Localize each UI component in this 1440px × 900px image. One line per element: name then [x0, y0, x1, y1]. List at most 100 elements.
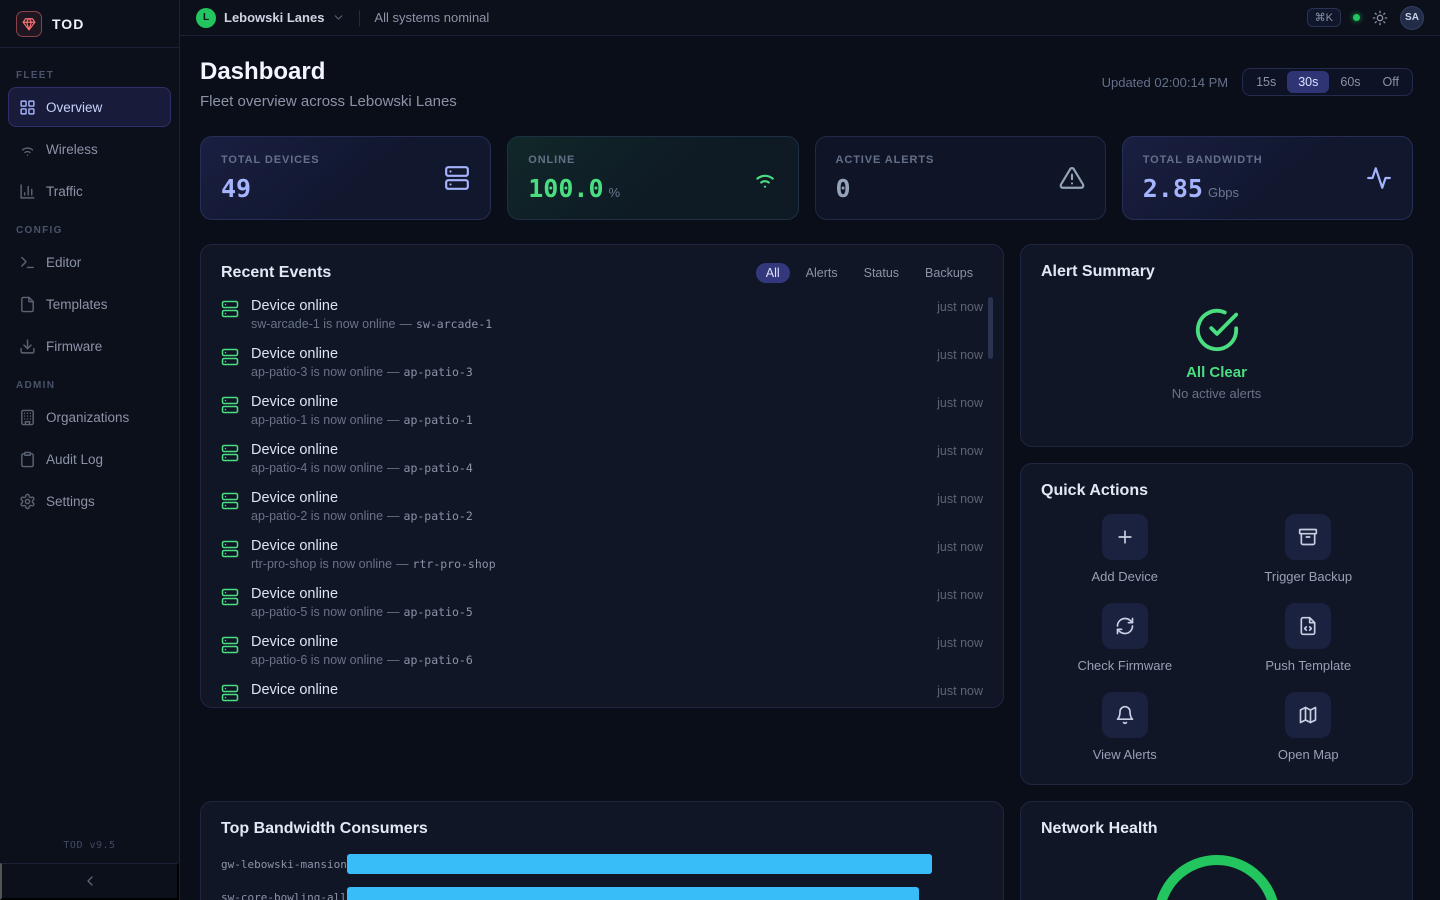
archive-icon — [1285, 514, 1331, 560]
stat-value: 100.0 — [528, 174, 603, 203]
sidebar-item-label: Overview — [46, 100, 102, 115]
sidebar-item-label: Wireless — [46, 142, 98, 157]
stat-label: Online — [528, 154, 620, 166]
nav-section-config: Config — [16, 225, 163, 236]
view-alerts-button[interactable]: View Alerts — [1041, 692, 1209, 762]
chevron-down-icon — [332, 11, 345, 24]
refresh-option-15s[interactable]: 15s — [1245, 71, 1287, 93]
system-status-text: All systems nominal — [374, 10, 489, 25]
sun-icon[interactable] — [1372, 10, 1388, 26]
event-detail: ap-patio-4 is now online—ap-patio-4 — [251, 461, 473, 475]
quick-actions-title: Quick Actions — [1041, 482, 1392, 500]
sidebar-item-label: Firmware — [46, 339, 102, 354]
server-icon — [221, 492, 239, 510]
sidebar-item-settings[interactable]: Settings — [8, 481, 171, 521]
event-separator: — — [387, 509, 400, 523]
trigger-backup-button[interactable]: Trigger Backup — [1225, 514, 1393, 584]
updated-timestamp: Updated 02:00:14 PM — [1102, 75, 1228, 90]
nav-section-admin: Admin — [16, 380, 163, 391]
event-row[interactable]: Device onlineap-patio-5 is now online—ap… — [221, 581, 983, 629]
stat-card-online: Online 100.0 % — [507, 136, 798, 220]
event-time: just now — [937, 490, 983, 533]
clipboard-icon — [19, 451, 36, 468]
event-row[interactable]: Device onlineap-patio-6 is now online—ap… — [221, 629, 983, 677]
event-separator: — — [387, 605, 400, 619]
refresh-option-30s[interactable]: 30s — [1287, 71, 1329, 93]
terminal-icon — [19, 254, 36, 271]
server-icon — [221, 540, 239, 558]
server-icon — [221, 300, 239, 318]
bandwidth-device-label: sw-core-bowling-alley — [221, 891, 339, 900]
event-row[interactable]: Device onlineap-patio-3 is now online—ap… — [221, 341, 983, 389]
sidebar-item-editor[interactable]: Editor — [8, 242, 171, 282]
sidebar-item-organizations[interactable]: Organizations — [8, 397, 171, 437]
chevron-left-icon — [82, 873, 98, 889]
filter-all[interactable]: All — [756, 263, 790, 283]
user-avatar[interactable]: SA — [1400, 6, 1424, 30]
event-device-name: ap-patio-3 — [404, 365, 473, 379]
event-detail: rtr-pro-shop is now online—rtr-pro-shop — [251, 557, 496, 571]
refresh-interval-control: 15s 30s 60s Off — [1242, 68, 1413, 96]
refresh-option-off[interactable]: Off — [1372, 71, 1410, 93]
event-time: just now — [937, 586, 983, 629]
sidebar-item-wireless[interactable]: Wireless — [8, 129, 171, 169]
event-row[interactable]: Device onlinejust now — [221, 677, 983, 708]
events-scrollbar-thumb[interactable] — [988, 297, 993, 359]
bandwidth-row: sw-core-bowling-alley — [221, 887, 983, 900]
command-palette-button[interactable]: ⌘K — [1307, 8, 1341, 27]
event-time: just now — [937, 634, 983, 677]
network-health-gauge: 100 — [1041, 848, 1392, 900]
event-device-name: ap-patio-6 — [404, 653, 473, 667]
stat-card-total-devices: Total Devices 49 — [200, 136, 491, 220]
action-label: Open Map — [1278, 747, 1339, 762]
server-icon — [444, 165, 470, 191]
event-time: just now — [937, 394, 983, 437]
event-title: Device online — [251, 346, 473, 362]
bandwidth-card: Top Bandwidth Consumers gw-lebowski-mans… — [200, 801, 1004, 900]
alert-triangle-icon — [1059, 165, 1085, 191]
page-subtitle: Fleet overview across Lebowski Lanes — [200, 93, 457, 110]
sidebar-collapse-button[interactable] — [0, 863, 179, 900]
bandwidth-row: gw-lebowski-mansion — [221, 854, 983, 874]
refresh-option-60s[interactable]: 60s — [1329, 71, 1371, 93]
sidebar-item-firmware[interactable]: Firmware — [8, 326, 171, 366]
event-row[interactable]: Device onlineap-patio-1 is now online—ap… — [221, 389, 983, 437]
event-row[interactable]: Device onlineap-patio-4 is now online—ap… — [221, 437, 983, 485]
bandwidth-title: Top Bandwidth Consumers — [221, 820, 983, 838]
gear-icon — [19, 493, 36, 510]
filter-backups[interactable]: Backups — [915, 263, 983, 283]
filter-alerts[interactable]: Alerts — [796, 263, 848, 283]
event-row[interactable]: Device onlineap-patio-2 is now online—ap… — [221, 485, 983, 533]
push-template-button[interactable]: Push Template — [1225, 603, 1393, 673]
event-separator: — — [387, 365, 400, 379]
server-icon — [221, 636, 239, 654]
bell-icon — [1102, 692, 1148, 738]
event-device-name: ap-patio-4 — [404, 461, 473, 475]
add-device-button[interactable]: Add Device — [1041, 514, 1209, 584]
sidebar-item-overview[interactable]: Overview — [8, 87, 171, 127]
sidebar-item-audit-log[interactable]: Audit Log — [8, 439, 171, 479]
event-time: just now — [937, 682, 983, 708]
event-row[interactable]: Device online rtr-pro-shop is now online—… — [221, 533, 983, 581]
bandwidth-bar — [347, 887, 919, 900]
sidebar: TOD Fleet Overview Wireless Traffic Conf… — [0, 0, 180, 900]
check-circle-icon — [1194, 307, 1240, 353]
alert-detail-text: No active alerts — [1172, 386, 1262, 401]
action-label: View Alerts — [1093, 747, 1157, 762]
sidebar-item-label: Templates — [46, 297, 108, 312]
sidebar-item-templates[interactable]: Templates — [8, 284, 171, 324]
page-title: Dashboard — [200, 58, 457, 86]
event-title: Device online — [251, 538, 496, 554]
filter-status[interactable]: Status — [854, 263, 909, 283]
org-switcher[interactable]: L Lebowski Lanes — [196, 8, 345, 28]
event-row[interactable]: Device onlinesw-arcade-1 is now online—s… — [221, 293, 983, 341]
org-avatar: L — [196, 8, 216, 28]
grid-icon — [19, 99, 36, 116]
bandwidth-bar — [347, 854, 932, 874]
check-firmware-button[interactable]: Check Firmware — [1041, 603, 1209, 673]
sidebar-item-label: Editor — [46, 255, 81, 270]
topbar: L Lebowski Lanes All systems nominal ⌘K … — [180, 0, 1440, 36]
open-map-button[interactable]: Open Map — [1225, 692, 1393, 762]
server-icon — [221, 396, 239, 414]
sidebar-item-traffic[interactable]: Traffic — [8, 171, 171, 211]
